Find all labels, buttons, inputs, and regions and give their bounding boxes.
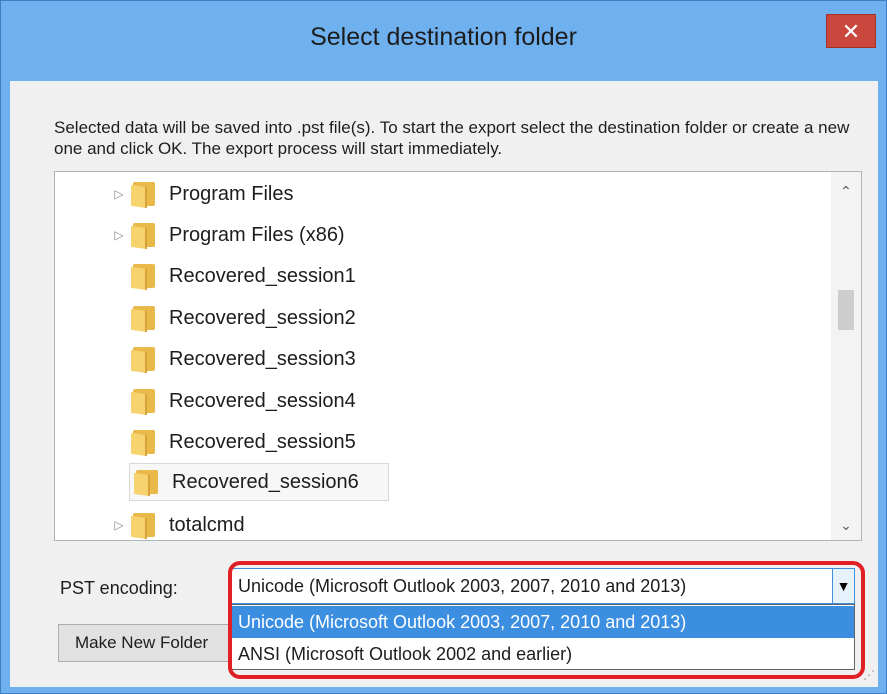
expand-arrow-icon[interactable]: ▷ bbox=[111, 228, 127, 242]
folder-icon bbox=[131, 222, 159, 250]
scroll-thumb[interactable] bbox=[838, 290, 854, 330]
tree-item[interactable]: Recovered_session1 bbox=[127, 257, 356, 295]
tree-item-label: Recovered_session3 bbox=[169, 347, 356, 370]
tree-item-label: Recovered_session2 bbox=[169, 306, 356, 329]
instructions-text: Selected data will be saved into .pst fi… bbox=[54, 118, 850, 158]
folder-icon bbox=[131, 305, 159, 333]
annotation-highlight-ring bbox=[228, 561, 865, 679]
tree-item[interactable]: ▷ Program Files (x86) bbox=[111, 216, 345, 254]
folder-icon bbox=[131, 388, 159, 416]
expand-arrow-icon[interactable]: ▷ bbox=[111, 187, 127, 201]
folder-icon bbox=[131, 346, 159, 374]
folder-icon bbox=[131, 263, 159, 291]
tree-item-label: Recovered_session4 bbox=[169, 389, 356, 412]
tree-item-label: Program Files bbox=[169, 182, 294, 205]
vertical-scrollbar[interactable]: ⌃ ⌄ bbox=[831, 172, 861, 540]
tree-item[interactable]: Recovered_session3 bbox=[127, 340, 356, 378]
tree-item-label: totalcmd bbox=[169, 513, 245, 536]
close-button[interactable]: ✕ bbox=[826, 14, 876, 48]
tree-item[interactable]: ▷ totalcmd bbox=[111, 506, 245, 540]
folder-icon bbox=[131, 512, 159, 540]
folder-icon bbox=[131, 429, 159, 457]
folder-icon bbox=[131, 181, 159, 209]
tree-item-label: Program Files (x86) bbox=[169, 223, 345, 246]
tree-item[interactable]: Recovered_session4 bbox=[127, 382, 356, 420]
resize-grip-icon[interactable]: ⋰ bbox=[863, 668, 877, 682]
scroll-down-icon[interactable]: ⌄ bbox=[831, 512, 861, 538]
dialog-window: Select destination folder ✕ Selected dat… bbox=[0, 0, 887, 694]
pst-encoding-label: PST encoding: bbox=[60, 578, 178, 598]
tree-item[interactable]: ▷ Program Files bbox=[111, 175, 293, 213]
scroll-up-icon[interactable]: ⌃ bbox=[831, 178, 861, 204]
folder-tree[interactable]: ▷ Program Files ▷ Program Files (x86) Re… bbox=[54, 171, 862, 541]
tree-item-label: Recovered_session6 bbox=[172, 470, 359, 493]
expand-arrow-icon[interactable]: ▷ bbox=[111, 518, 127, 532]
tree-item[interactable]: Recovered_session2 bbox=[127, 299, 356, 337]
tree-item-label: Recovered_session5 bbox=[169, 430, 356, 453]
close-icon: ✕ bbox=[841, 19, 861, 44]
title-bar[interactable]: Select destination folder ✕ bbox=[1, 1, 886, 81]
tree-item-label: Recovered_session1 bbox=[169, 264, 356, 287]
tree-item-selected[interactable]: Recovered_session6 bbox=[129, 463, 389, 501]
folder-icon bbox=[134, 469, 162, 497]
tree-item[interactable]: Recovered_session5 bbox=[127, 423, 356, 461]
dialog-title: Select destination folder bbox=[310, 23, 577, 51]
